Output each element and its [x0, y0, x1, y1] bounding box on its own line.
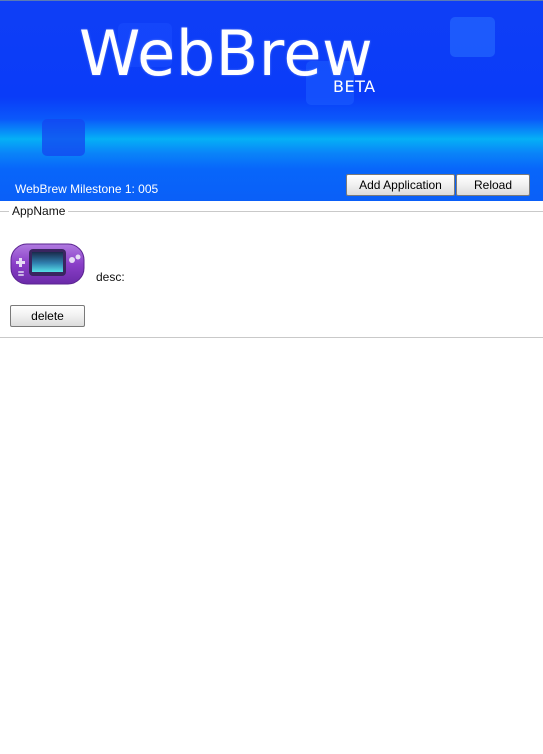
logo-subtitle: BETA — [333, 77, 376, 96]
app-entry: AppName desc: delete — [0, 204, 543, 338]
delete-button[interactable]: delete — [10, 305, 85, 327]
app-name: AppName — [9, 204, 69, 218]
app-description: desc: — [96, 270, 125, 284]
reload-button[interactable]: Reload — [456, 174, 530, 196]
add-application-button[interactable]: Add Application — [346, 174, 455, 196]
header-banner: WebBrew BETA WebBrew Milestone 1: 005 Ad… — [0, 0, 543, 201]
logo-title: WebBrew — [79, 17, 374, 90]
decorative-square — [42, 119, 85, 156]
webbrew-page: WebBrew BETA WebBrew Milestone 1: 005 Ad… — [0, 0, 543, 754]
handheld-console-icon — [10, 243, 85, 285]
milestone-label: WebBrew Milestone 1: 005 — [15, 182, 159, 196]
decorative-square — [450, 17, 495, 57]
